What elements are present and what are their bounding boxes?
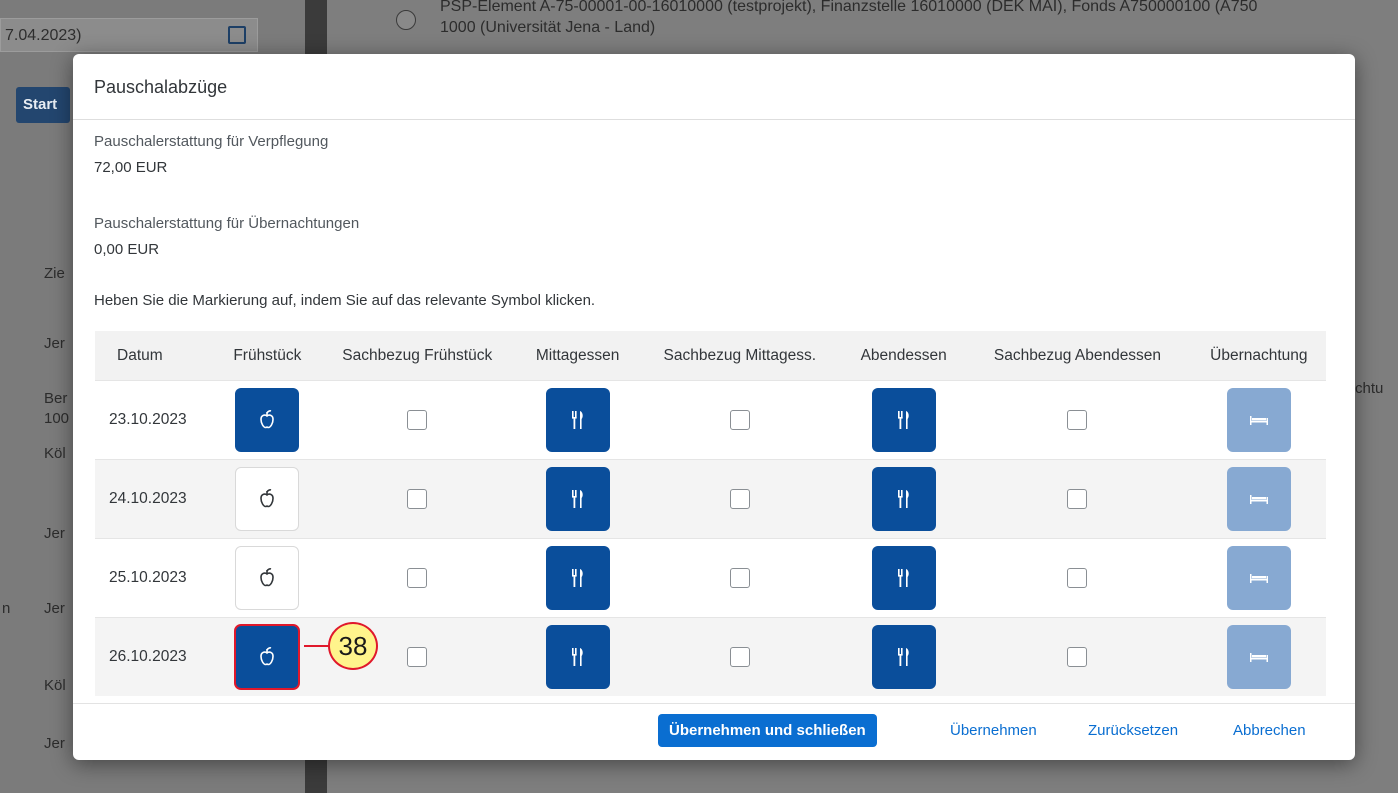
table-row: 25.10.2023 <box>95 538 1326 618</box>
cutlery-icon <box>897 489 911 509</box>
overnight-toggle-button[interactable] <box>1226 467 1291 531</box>
dinner-benefit-checkbox[interactable] <box>1067 647 1088 667</box>
meals-value: 72,00 EUR <box>94 159 168 176</box>
table-row: 24.10.2023 <box>95 459 1326 539</box>
bed-icon <box>1249 493 1269 505</box>
breakfast-benefit-checkbox[interactable] <box>407 489 428 509</box>
apple-icon <box>257 409 277 431</box>
apple-icon <box>257 646 277 668</box>
breakfast-toggle-button[interactable] <box>235 546 300 610</box>
date-cell: 23.10.2023 <box>95 380 221 460</box>
cutlery-icon <box>897 647 911 667</box>
cutlery-icon <box>571 489 585 509</box>
column-header: Sachbezug Frühstück <box>314 331 520 381</box>
copy-icon <box>228 26 246 44</box>
lodging-value: 0,00 EUR <box>94 241 160 258</box>
breakfast-benefit-checkbox[interactable] <box>407 647 428 667</box>
dialog-footer: Übernehmen und schließen Übernehmen Zurü… <box>73 703 1355 760</box>
background-right-text: chtu <box>1355 380 1384 397</box>
date-cell: 26.10.2023 <box>95 617 221 696</box>
breakfast-benefit-checkbox[interactable] <box>407 568 428 588</box>
overnight-toggle-button[interactable] <box>1226 546 1291 610</box>
lodging-label: Pauschalerstattung für Übernachtungen <box>94 215 360 232</box>
table-row: 23.10.2023 <box>95 380 1326 460</box>
apply-button[interactable]: Übernehmen <box>950 714 1037 747</box>
table-header-row: Datum Frühstück Sachbezug Frühstück Mitt… <box>95 331 1326 381</box>
background-text: PSP-Element A-75-00001-00-16010000 (test… <box>440 0 1258 36</box>
column-header: Abendessen <box>844 331 964 381</box>
reset-button[interactable]: Zurücksetzen <box>1088 714 1178 747</box>
lunch-toggle-button[interactable] <box>545 467 610 531</box>
step-callout: 38 <box>328 622 378 670</box>
apply-and-close-button[interactable]: Übernehmen und schließen <box>658 714 877 747</box>
dinner-benefit-checkbox[interactable] <box>1067 489 1088 509</box>
cutlery-icon <box>571 568 585 588</box>
dinner-toggle-button[interactable] <box>871 467 936 531</box>
bed-icon <box>1249 572 1269 584</box>
overnight-toggle-button[interactable] <box>1226 388 1291 452</box>
background-start-button: Start <box>16 87 70 123</box>
background-radio <box>396 10 416 30</box>
lunch-toggle-button[interactable] <box>545 625 610 689</box>
column-header: Datum <box>95 331 221 381</box>
cutlery-icon <box>571 647 585 667</box>
dialog-title: Pauschalabzüge <box>73 54 1355 120</box>
dinner-toggle-button[interactable] <box>871 625 936 689</box>
breakfast-benefit-checkbox[interactable] <box>407 410 428 430</box>
date-cell: 24.10.2023 <box>95 459 221 539</box>
lunch-benefit-checkbox[interactable] <box>729 568 750 588</box>
deductions-dialog: Pauschalabzüge Pauschalerstattung für Ve… <box>73 54 1355 760</box>
date-cell: 25.10.2023 <box>95 538 221 618</box>
hint-text: Heben Sie die Markierung auf, indem Sie … <box>94 292 596 309</box>
deductions-table: Datum Frühstück Sachbezug Frühstück Mitt… <box>95 331 1326 696</box>
lunch-benefit-checkbox[interactable] <box>729 489 750 509</box>
breakfast-toggle-button[interactable] <box>235 467 300 531</box>
dinner-toggle-button[interactable] <box>871 388 936 452</box>
breakfast-toggle-button[interactable] <box>235 388 300 452</box>
bed-icon <box>1249 414 1269 426</box>
cutlery-icon <box>571 410 585 430</box>
dinner-benefit-checkbox[interactable] <box>1067 568 1088 588</box>
column-header: Frühstück <box>220 331 315 381</box>
lunch-toggle-button[interactable] <box>545 546 610 610</box>
bed-icon <box>1249 651 1269 663</box>
cutlery-icon <box>897 410 911 430</box>
background-date-field: 7.04.2023) <box>0 18 258 52</box>
dinner-benefit-checkbox[interactable] <box>1067 410 1088 430</box>
meals-label: Pauschalerstattung für Verpflegung <box>94 133 329 150</box>
apple-icon <box>257 567 277 589</box>
column-header: Mittagessen <box>519 331 636 381</box>
column-header: Übernachtung <box>1191 331 1326 381</box>
column-header: Sachbezug Mittagess. <box>635 331 845 381</box>
lunch-benefit-checkbox[interactable] <box>729 647 750 667</box>
table-row: 26.10.2023 <box>95 617 1326 696</box>
overnight-toggle-button[interactable] <box>1226 625 1291 689</box>
apple-icon <box>257 488 277 510</box>
lunch-benefit-checkbox[interactable] <box>729 410 750 430</box>
breakfast-toggle-button[interactable] <box>234 624 301 690</box>
cutlery-icon <box>897 568 911 588</box>
lunch-toggle-button[interactable] <box>545 388 610 452</box>
dinner-toggle-button[interactable] <box>871 546 936 610</box>
cancel-button[interactable]: Abbrechen <box>1233 714 1306 747</box>
column-header: Sachbezug Abendessen <box>963 331 1192 381</box>
